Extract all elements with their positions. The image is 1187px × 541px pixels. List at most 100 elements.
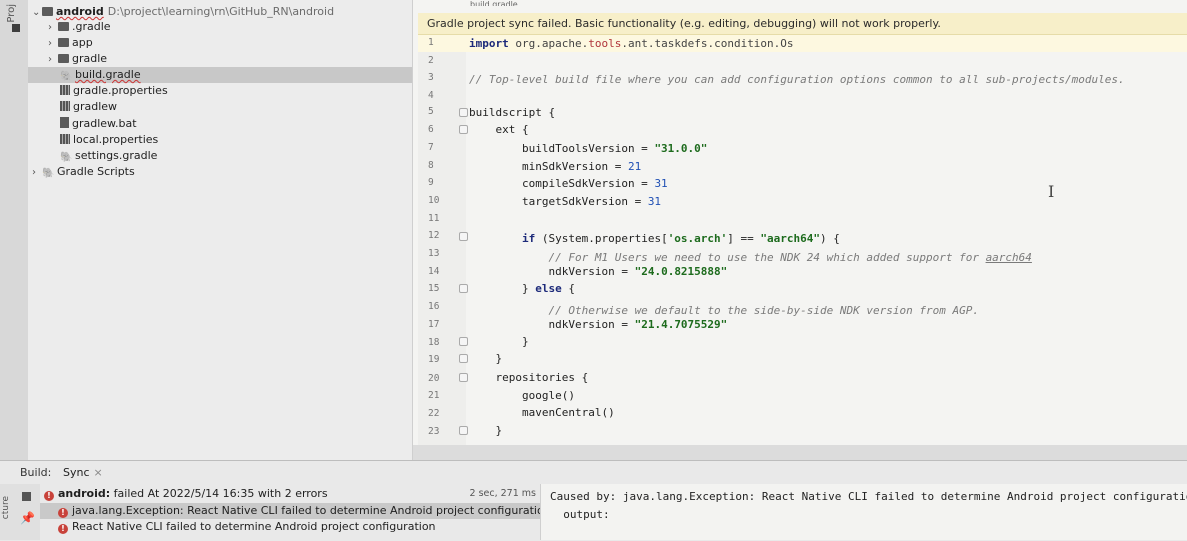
- fold-marker[interactable]: [459, 108, 468, 117]
- tree-item-gradle-properties[interactable]: gradle.properties: [60, 83, 168, 99]
- fold-marker[interactable]: [459, 337, 468, 346]
- tree-root-android[interactable]: ⌄ android D:\project\learning\rn\GitHub_RN…: [32, 4, 334, 20]
- tree-item-local-properties[interactable]: local.properties: [60, 132, 158, 148]
- code-line-3: // Top-level build file where you can ad…: [469, 73, 1125, 86]
- code-line-19: }: [469, 352, 503, 365]
- properties-file-icon: [60, 85, 70, 95]
- console-line: Caused by: java.lang.Exception: React Na…: [550, 490, 1187, 503]
- tree-item-gradlew-bat[interactable]: gradlew.bat: [60, 116, 137, 132]
- fold-marker[interactable]: [459, 284, 468, 293]
- code-line-21: google(): [469, 389, 575, 402]
- code-token: {: [561, 282, 575, 295]
- chevron-right-icon[interactable]: ›: [48, 52, 58, 68]
- tree-item-gradlew[interactable]: gradlew: [60, 99, 117, 115]
- tab-sync[interactable]: Sync ×: [63, 462, 103, 484]
- line-number: 14: [428, 266, 440, 277]
- code-token: "24.0.8215888": [634, 265, 728, 278]
- properties-file-icon: [60, 134, 70, 144]
- build-console[interactable]: Caused by: java.lang.Exception: React Na…: [540, 484, 1187, 540]
- code-token: 'os.arch': [667, 232, 728, 245]
- tree-item-label: gradlew: [73, 100, 118, 113]
- line-number: 16: [428, 301, 440, 312]
- fold-marker[interactable]: [459, 354, 468, 363]
- code-line-7: buildToolsVersion = "31.0.0": [469, 142, 707, 155]
- fold-marker[interactable]: [459, 426, 468, 435]
- error-icon: !: [44, 491, 54, 501]
- build-row-name: android:: [58, 487, 111, 500]
- line-number: 20: [428, 373, 440, 384]
- tree-item-settings-gradle[interactable]: 🐘 settings.gradle: [60, 148, 157, 164]
- code-line-15: } else {: [469, 282, 575, 295]
- folder-icon: [42, 7, 53, 16]
- build-row-exception[interactable]: ! java.lang.Exception: React Native CLI f…: [40, 503, 540, 519]
- line-number: 3: [428, 72, 434, 83]
- line-number: 4: [428, 90, 434, 101]
- line-number: 17: [428, 319, 440, 330]
- console-line: output:: [550, 508, 610, 521]
- editor-tab[interactable]: build.gradle: [470, 0, 540, 6]
- code-line-18: }: [469, 335, 529, 348]
- line-number: 19: [428, 354, 440, 365]
- folder-icon: [58, 54, 69, 63]
- line-number: 7: [428, 142, 434, 153]
- project-tool-tab[interactable]: Proj: [6, 4, 17, 23]
- code-token: 31: [654, 177, 668, 190]
- code-token: ) {: [820, 232, 840, 245]
- code-token: ] ==: [727, 232, 761, 245]
- chevron-right-icon[interactable]: ›: [32, 165, 42, 181]
- code-token: tools: [588, 37, 622, 50]
- build-label: Build:: [20, 466, 52, 479]
- code-line-14: ndkVersion = "24.0.8215888": [469, 265, 727, 278]
- code-line-12: if (System.properties['os.arch'] == "aar…: [469, 232, 840, 245]
- line-number: 6: [428, 124, 434, 135]
- tree-item-label: gradle.properties: [73, 84, 168, 97]
- line-number: 1: [428, 37, 434, 48]
- fold-marker[interactable]: [459, 232, 468, 241]
- chevron-right-icon[interactable]: ›: [48, 36, 58, 52]
- tree-item-gradle[interactable]: › gradle: [48, 51, 107, 67]
- line-number: 22: [428, 408, 440, 419]
- line-number: 9: [428, 177, 434, 188]
- chevron-right-icon[interactable]: ›: [48, 20, 58, 36]
- tree-item-label: local.properties: [73, 133, 159, 146]
- close-icon[interactable]: ×: [94, 466, 103, 479]
- code-line-9: compileSdkVersion = 31: [469, 177, 668, 190]
- tree-item-label: Gradle Scripts: [57, 165, 135, 178]
- code-token: targetSdkVersion =: [469, 195, 648, 208]
- sync-failed-banner: Gradle project sync failed. Basic functi…: [418, 13, 1187, 35]
- code-token: else: [535, 282, 562, 295]
- code-token: (System.properties[: [535, 232, 668, 245]
- build-row-cli-failed[interactable]: ! React Native CLI failed to determine An…: [58, 519, 540, 535]
- root-path: D:\project\learning\rn\GitHub_RN\android: [107, 5, 335, 18]
- editor-scrollbar[interactable]: [413, 445, 1187, 460]
- code-line-13: // For M1 Users we need to use the NDK 2…: [469, 251, 1031, 264]
- tree-item-build-gradle[interactable]: 🐘 build.gradle: [28, 67, 412, 83]
- tab-sync-label: Sync: [63, 466, 90, 479]
- build-row-android-failed[interactable]: ! android: failed At 2022/5/14 16:35 with…: [44, 486, 540, 502]
- structure-tool-tab[interactable]: cture: [1, 496, 11, 519]
- tree-item-app[interactable]: › app: [48, 35, 93, 51]
- code-line-17: ndkVersion = "21.4.7075529": [469, 318, 727, 331]
- pin-icon[interactable]: 📌: [20, 511, 35, 525]
- tree-item-gradle-dir[interactable]: › .gradle: [48, 19, 111, 35]
- left-tool-strip: Proj: [0, 0, 29, 460]
- code-line-6: ext {: [469, 123, 529, 136]
- tree-item-gradle-scripts[interactable]: › 🐘 Gradle Scripts: [32, 164, 135, 180]
- build-row-text: failed At 2022/5/14 16:35 with 2 errors: [110, 487, 328, 500]
- code-token: .ant.taskdefs.condition.Os: [621, 37, 794, 50]
- code-token: "aarch64": [760, 232, 821, 245]
- code-token: buildToolsVersion =: [469, 142, 655, 155]
- project-icon[interactable]: [12, 24, 20, 32]
- tree-item-label: build.gradle: [75, 68, 141, 81]
- code-token: "31.0.0": [654, 142, 708, 155]
- gradle-scripts-icon: 🐘: [42, 168, 55, 179]
- script-file-icon: [60, 101, 70, 111]
- code-token: import: [469, 37, 509, 50]
- chevron-down-icon[interactable]: ⌄: [32, 5, 42, 21]
- bat-file-icon: [60, 117, 69, 128]
- fold-marker[interactable]: [459, 373, 468, 382]
- stop-icon[interactable]: [22, 492, 31, 501]
- code-token: "21.4.7075529": [634, 318, 728, 331]
- line-number: 13: [428, 248, 440, 259]
- fold-marker[interactable]: [459, 125, 468, 134]
